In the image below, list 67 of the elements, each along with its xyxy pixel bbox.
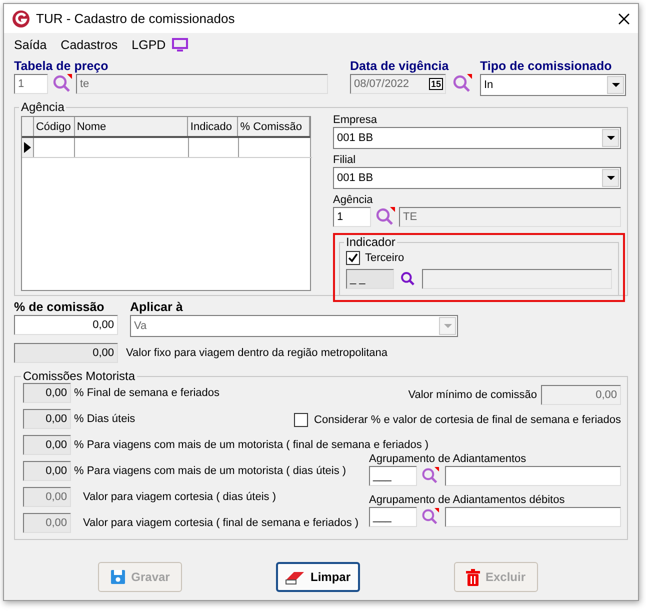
column-header[interactable]: Código bbox=[34, 117, 75, 136]
field-label: Tipo de comissionado bbox=[480, 59, 613, 73]
code-field[interactable]: _ _ bbox=[346, 269, 394, 289]
menu-item[interactable]: LGPD bbox=[132, 38, 166, 52]
group-title: Comissões Motorista bbox=[22, 369, 136, 383]
checkbox-label: Terceiro bbox=[365, 252, 404, 264]
search-icon[interactable] bbox=[452, 74, 472, 94]
search-icon[interactable] bbox=[52, 74, 72, 94]
group-title: Indicador bbox=[345, 235, 396, 249]
field-label: Data de vigência bbox=[350, 59, 450, 73]
date-field[interactable]: 08/07/2022 15 bbox=[350, 74, 446, 94]
value-field[interactable]: 0,00 bbox=[541, 385, 621, 405]
trash-icon bbox=[466, 568, 480, 586]
monitor-icon[interactable] bbox=[172, 38, 188, 52]
name-field[interactable] bbox=[445, 507, 621, 527]
code-field[interactable]: ___ bbox=[369, 507, 417, 527]
group-title: Agência bbox=[20, 100, 66, 114]
type-dropdown[interactable]: In bbox=[480, 74, 626, 96]
field-label: % Para viagens com mais de um motorista ( final de semana e feriados ) bbox=[74, 439, 429, 451]
checkbox[interactable] bbox=[346, 251, 360, 265]
calendar-button[interactable]: 15 bbox=[428, 78, 443, 90]
field-label: Valor para viagem cortesia ( final de semana e feriados ) bbox=[83, 517, 359, 529]
action-button[interactable]: Limpar bbox=[276, 562, 360, 592]
value-field[interactable]: 0,00 bbox=[23, 409, 71, 429]
field-label: Agência bbox=[333, 194, 374, 206]
field-label: Empresa bbox=[333, 114, 378, 126]
eraser-icon bbox=[285, 569, 306, 585]
menu-item[interactable]: Saída bbox=[14, 38, 47, 52]
checkbox-label: Considerar % e valor de cortesia de final de semana e feriados bbox=[314, 414, 621, 426]
app-logo-icon bbox=[12, 10, 30, 28]
field-label: Agrupamento de Adiantamentos débitos bbox=[369, 494, 566, 506]
field-label: Valor mínimo de comissão bbox=[408, 389, 537, 401]
field-label: Tabela de preço bbox=[14, 59, 110, 73]
field-label: % Para viagens com mais de um motorista ( dias úteis ) bbox=[74, 465, 346, 477]
menu-item[interactable]: Cadastros bbox=[60, 38, 118, 52]
column-header[interactable]: Nome bbox=[74, 117, 188, 136]
name-field[interactable]: te bbox=[76, 74, 328, 94]
name-field[interactable] bbox=[445, 466, 621, 486]
row-pointer-icon bbox=[24, 142, 31, 153]
name-field[interactable]: TE bbox=[399, 207, 621, 227]
column-header[interactable]: Indicado bbox=[188, 117, 238, 136]
search-icon[interactable] bbox=[421, 466, 439, 486]
code-field[interactable]: 1 bbox=[333, 207, 371, 227]
checkbox[interactable] bbox=[294, 413, 308, 427]
code-field[interactable]: 1 bbox=[14, 74, 48, 94]
company-dropdown[interactable]: 001 BB bbox=[333, 127, 621, 149]
name-field[interactable] bbox=[422, 269, 612, 289]
value-field[interactable]: 0,00 bbox=[14, 343, 118, 363]
commission-field[interactable]: 0,00 bbox=[14, 315, 118, 335]
field-label: % Final de semana e feriados bbox=[74, 387, 220, 399]
field-label: Valor para viagem cortesia ( dias úteis ) bbox=[83, 491, 276, 503]
field-label: % Dias úteis bbox=[74, 413, 136, 425]
value-field[interactable]: 0,00 bbox=[23, 383, 71, 403]
field-label: Agrupamento de Adiantamentos bbox=[369, 453, 528, 465]
field-label: Filial bbox=[333, 154, 357, 166]
field-label: Aplicar à bbox=[130, 300, 184, 314]
search-icon[interactable] bbox=[375, 207, 395, 227]
column-header[interactable]: % Comissão bbox=[238, 117, 310, 136]
value-field[interactable]: 0,00 bbox=[23, 435, 71, 455]
field-label: % de comissão bbox=[14, 300, 106, 314]
close-icon[interactable] bbox=[618, 12, 630, 24]
field-label: Valor fixo para viagem dentro da região metropolitana bbox=[126, 347, 388, 359]
branch-dropdown[interactable]: 001 BB bbox=[333, 167, 621, 189]
window-title: TUR - Cadastro de comissionados bbox=[36, 11, 236, 26]
value-field[interactable]: 0,00 bbox=[23, 461, 71, 481]
code-field[interactable]: ___ bbox=[369, 466, 417, 486]
search-icon[interactable] bbox=[421, 507, 439, 527]
